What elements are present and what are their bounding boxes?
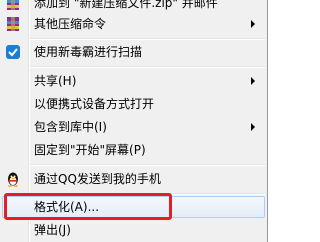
menu-item-format[interactable]: 格式化(A)...: [2, 196, 265, 218]
submenu-arrow-icon: [251, 123, 255, 131]
menu-item-eject[interactable]: 弹出(J): [2, 219, 265, 241]
menu-item-send-via-qq[interactable]: 通过QQ发送到我的手机: [2, 168, 265, 190]
menu-item-scan-with-duba[interactable]: 使用新毒霸进行扫描: [2, 41, 265, 63]
qq-penguin-icon: [5, 171, 21, 187]
menu-item-label: 使用新毒霸进行扫描: [34, 45, 143, 59]
context-menu: 添加到 "新建压缩文件.zip" 并邮件 其他压缩命令 使用新毒霸进行扫描 共享…: [0, 0, 268, 242]
menu-item-pin-to-start[interactable]: 固定到"开始"屏幕(P): [2, 139, 265, 161]
submenu-arrow-icon: [251, 77, 255, 85]
winrar-archive-icon: [5, 16, 21, 32]
menu-item-include-in-library[interactable]: 包含到库中(I): [2, 116, 265, 138]
antivirus-shield-icon: [5, 44, 21, 60]
menu-item-label: 弹出(J): [34, 223, 71, 237]
menu-item-label: 其他压缩命令: [34, 17, 107, 31]
menu-item-label: 格式化(A)...: [34, 200, 100, 214]
menu-item-label: 通过QQ发送到我的手机: [34, 172, 161, 186]
menu-item-open-as-portable-device[interactable]: 以便携式设备方式打开: [2, 93, 265, 115]
menu-item-label: 以便携式设备方式打开: [34, 97, 155, 111]
menu-separator: [30, 38, 265, 40]
menu-item-add-to-zip-and-email[interactable]: 添加到 "新建压缩文件.zip" 并邮件: [2, 0, 265, 14]
submenu-arrow-icon: [251, 20, 255, 28]
menu-item-label: 共享(H): [34, 74, 77, 88]
menu-separator: [30, 164, 265, 166]
menu-item-label: 添加到 "新建压缩文件.zip" 并邮件: [34, 0, 218, 10]
menu-item-label: 包含到库中(I): [34, 120, 107, 134]
menu-item-share[interactable]: 共享(H): [2, 70, 265, 92]
winrar-archive-icon: [5, 0, 21, 11]
menu-item-label: 固定到"开始"屏幕(P): [34, 143, 146, 157]
menu-separator: [30, 66, 265, 68]
menu-item-other-compress-commands[interactable]: 其他压缩命令: [2, 13, 265, 35]
menu-separator: [30, 193, 265, 195]
